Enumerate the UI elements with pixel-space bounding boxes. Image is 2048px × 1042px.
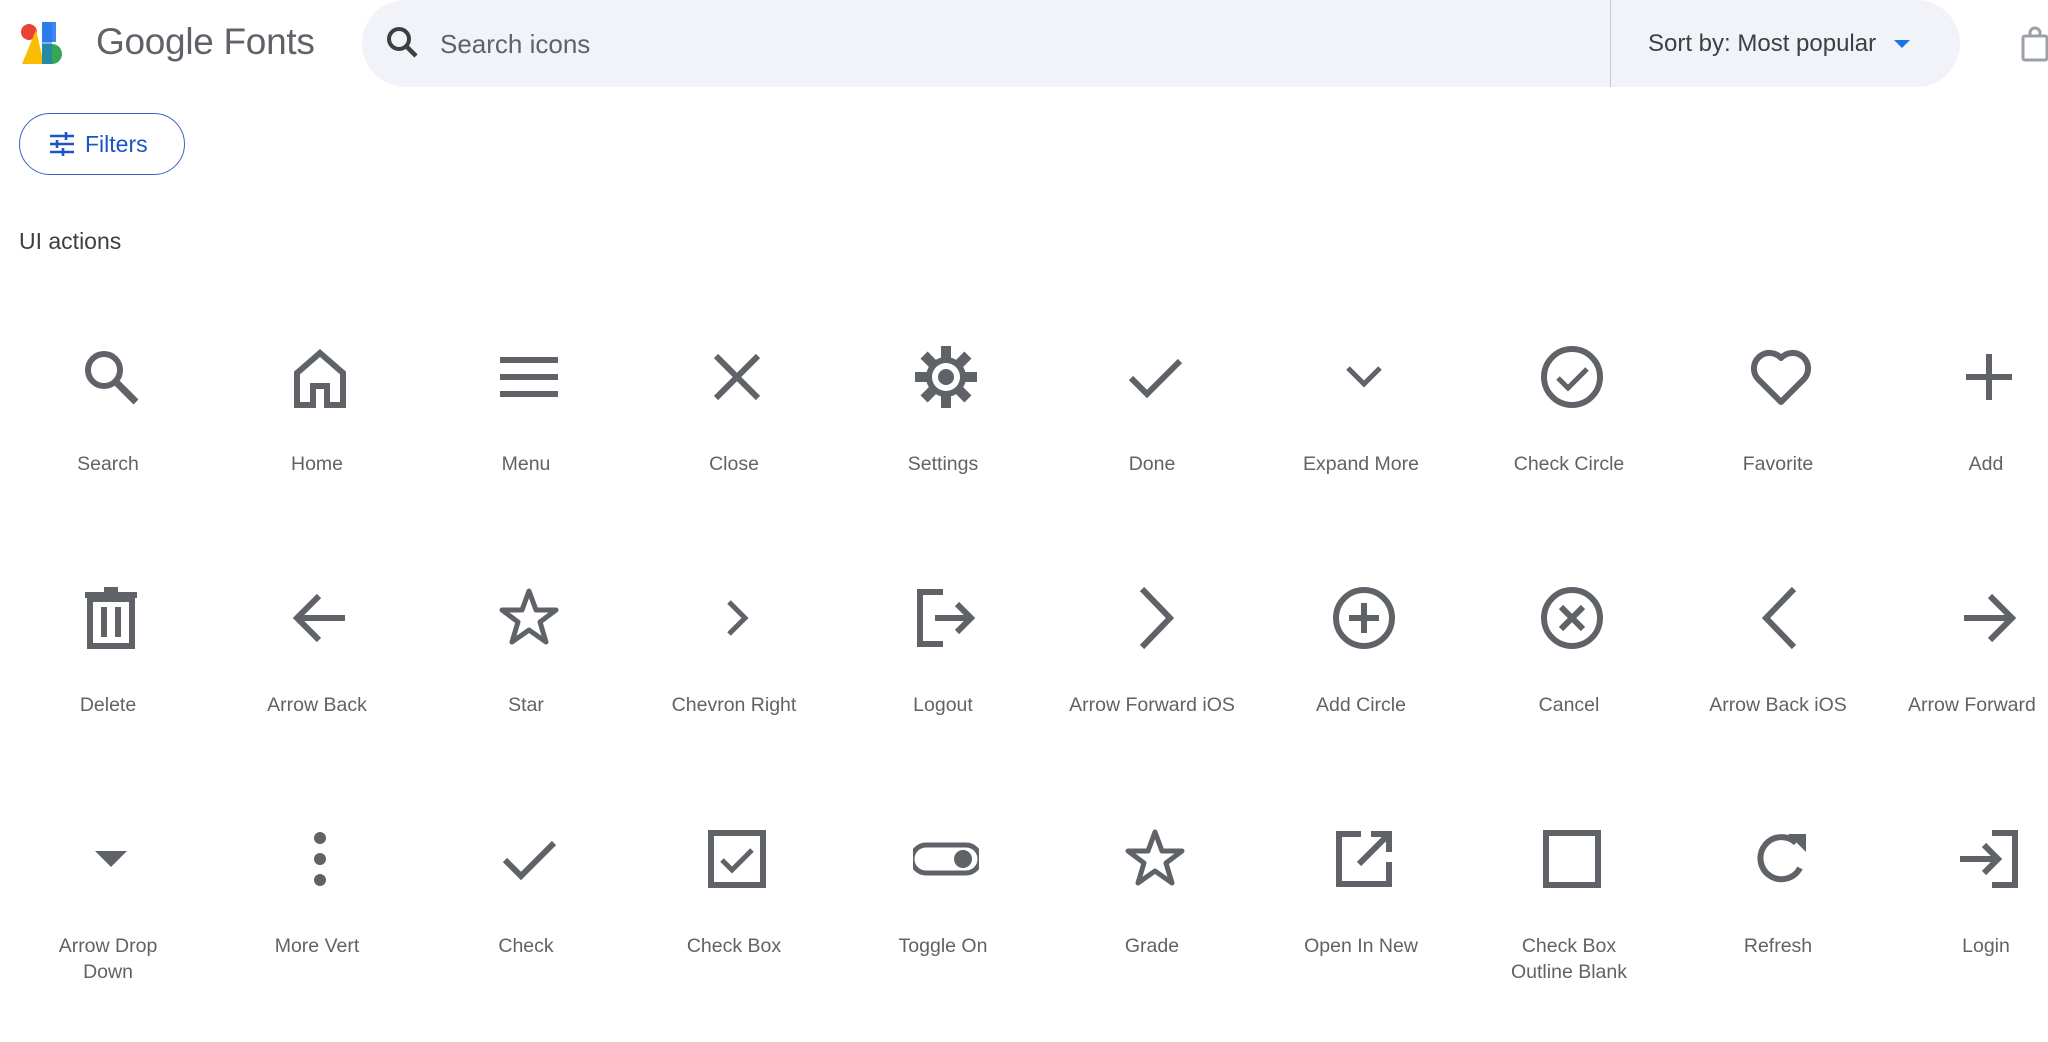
more-vert-icon	[287, 826, 353, 892]
shopping-bag-icon[interactable]	[2020, 26, 2048, 62]
icon-label: Arrow Forward	[1908, 694, 2036, 716]
arrow-forward-icon	[1956, 585, 2022, 651]
favorite-icon	[1748, 344, 1814, 410]
add-circle-icon	[1331, 585, 1397, 651]
search-icon[interactable]	[382, 22, 424, 64]
add-icon	[1956, 344, 2022, 410]
search-input[interactable]	[438, 22, 1542, 66]
section-title: UI actions	[19, 228, 122, 254]
cancel-icon	[1539, 585, 1605, 651]
open-in-new-icon	[1331, 826, 1397, 892]
caret-down-icon	[1894, 40, 1911, 48]
google-fonts-logo[interactable]: Google Fonts	[20, 20, 315, 64]
close-icon	[704, 344, 770, 410]
icon-label: Add	[1968, 453, 2004, 475]
filters-button[interactable]: Filters	[19, 113, 185, 175]
done-icon	[1122, 344, 1188, 410]
sort-dropdown[interactable]: Sort by: Most popular	[1648, 24, 1911, 64]
sort-label: Sort by: Most popular	[1648, 30, 1877, 57]
settings-icon	[913, 344, 979, 410]
icon-label: Arrow Back iOS	[1709, 694, 1847, 716]
check-box-icon	[704, 826, 770, 892]
menu-icon	[496, 344, 562, 410]
sort-divider	[1610, 0, 1611, 87]
toggle-on-icon	[909, 826, 983, 892]
icon-label: Arrow Drop Down	[58, 935, 158, 983]
chevron-right-icon	[704, 585, 770, 651]
search-icon	[78, 344, 144, 410]
refresh-icon	[1748, 826, 1814, 892]
logout-icon	[913, 585, 979, 651]
arrow-back-ios-icon	[1748, 585, 1814, 651]
icon-label: Check Box Outline Blank	[1511, 935, 1627, 983]
search-bar: Sort by: Most popular	[362, 0, 1960, 87]
tune-icon	[49, 131, 75, 157]
icon-label: Login	[1962, 935, 2010, 957]
check-box-outline-blank-icon	[1539, 826, 1605, 892]
home-icon	[287, 344, 353, 410]
arrow-back-icon	[287, 585, 353, 651]
star-icon	[496, 585, 562, 651]
delete-icon	[78, 585, 144, 651]
expand-more-icon	[1331, 344, 1397, 410]
icon-label: Open In New	[1304, 935, 1418, 957]
brand-name: Google Fonts	[96, 21, 315, 62]
grade-icon	[1122, 826, 1188, 892]
google-fonts-logo-icon	[20, 20, 74, 64]
arrow-forward-ios-icon	[1122, 585, 1188, 651]
arrow-drop-down-icon	[78, 826, 144, 892]
check-icon	[496, 826, 562, 892]
check-circle-icon	[1539, 344, 1605, 410]
login-icon	[1956, 826, 2022, 892]
filters-label: Filters	[85, 130, 148, 157]
